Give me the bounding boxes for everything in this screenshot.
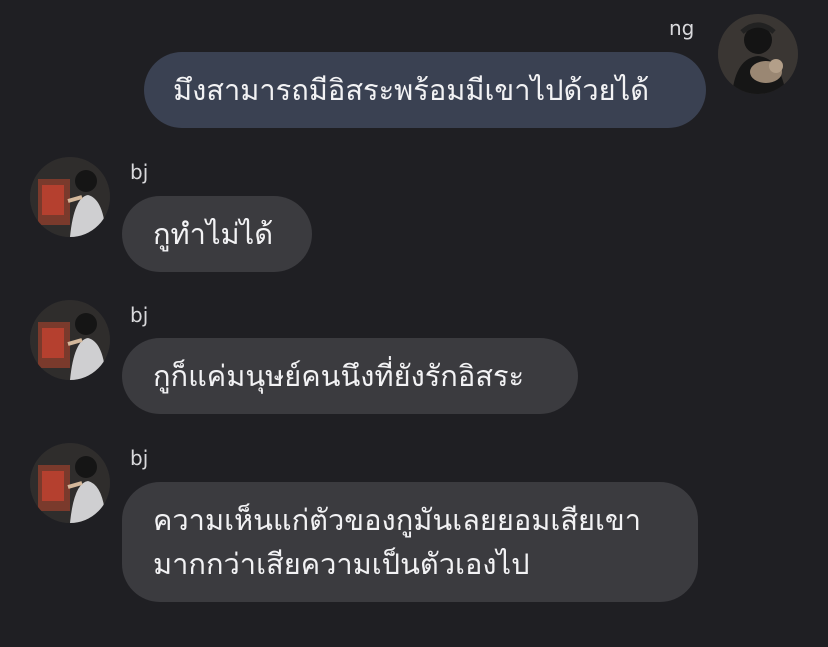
message-bubble[interactable]: กูทำไม่ได้: [122, 196, 312, 272]
sender-name: bj: [130, 303, 149, 327]
sender-name: ng: [669, 16, 695, 40]
sender-name: bj: [130, 160, 149, 184]
message-text: กูทำไม่ได้: [153, 217, 274, 251]
ng-avatar-icon[interactable]: [718, 14, 798, 94]
message-bubble[interactable]: ความเห็นแก่ตัวของกูมันเลยยอมเสียเขา มากก…: [122, 482, 698, 602]
message-text: มึงสามารถมีอิสระพร้อมมีเขาไปด้วยได้: [173, 73, 650, 107]
sender-name: bj: [130, 446, 149, 470]
bj-avatar-icon[interactable]: [30, 157, 110, 237]
message-text-line: มากกว่าเสียความเป็นตัวเองไป: [153, 547, 530, 581]
bj-avatar-icon[interactable]: [30, 300, 110, 380]
message-text: กูก็แค่มนุษย์คนนึงที่ยังรักอิสระ: [153, 359, 525, 393]
message-bubble[interactable]: กูก็แค่มนุษย์คนนึงที่ยังรักอิสระ: [122, 338, 578, 414]
message-bubble[interactable]: มึงสามารถมีอิสระพร้อมมีเขาไปด้วยได้: [144, 52, 706, 128]
message-text-line: ความเห็นแก่ตัวของกูมันเลยยอมเสียเขา: [153, 503, 642, 537]
bj-avatar-icon[interactable]: [30, 443, 110, 523]
